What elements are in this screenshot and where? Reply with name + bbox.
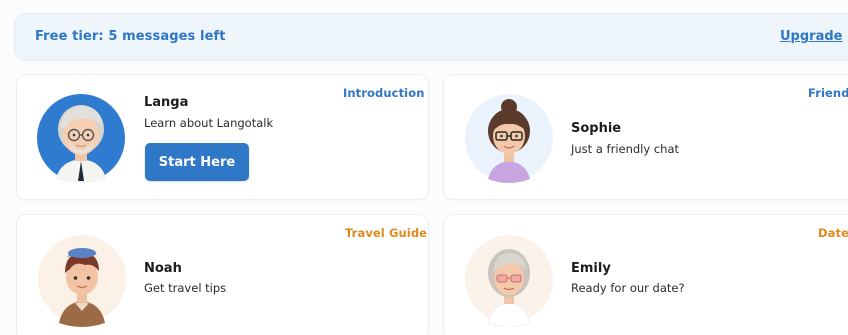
card-name: Sophie xyxy=(571,121,622,136)
character-card-emily[interactable]: Date Emily Ready for our date? xyxy=(443,214,848,335)
langa-avatar xyxy=(37,94,125,183)
card-description: Get travel tips xyxy=(144,281,227,295)
card-tag: Travel Guide xyxy=(345,226,428,240)
free-tier-banner: Free tier: 5 messages left Upgrade xyxy=(14,13,848,61)
noah-avatar xyxy=(38,235,126,327)
character-list-page: Free tier: 5 messages left Upgrade Intro… xyxy=(0,0,848,335)
card-tag: Date xyxy=(818,226,848,240)
character-card-sophie[interactable]: Friend Sophie Just a friendly chat xyxy=(443,74,848,200)
card-description: Just a friendly chat xyxy=(571,142,679,156)
character-card-langa[interactable]: Introduction Langa Learn about Langotalk… xyxy=(16,74,429,200)
card-name: Langa xyxy=(144,95,189,110)
card-tag: Friend xyxy=(808,86,848,100)
upgrade-link[interactable]: Upgrade xyxy=(780,29,842,44)
card-description: Ready for our date? xyxy=(571,281,685,295)
card-name: Emily xyxy=(571,261,611,276)
character-card-noah[interactable]: Travel Guide Noah Get travel tips xyxy=(16,214,429,335)
sophie-avatar xyxy=(465,94,553,183)
card-name: Noah xyxy=(144,261,182,276)
free-tier-text: Free tier: 5 messages left xyxy=(35,29,226,44)
card-tag: Introduction xyxy=(343,86,425,100)
start-here-button[interactable]: Start Here xyxy=(145,143,249,181)
card-description: Learn about Langotalk xyxy=(144,116,274,130)
emily-avatar xyxy=(465,235,553,327)
